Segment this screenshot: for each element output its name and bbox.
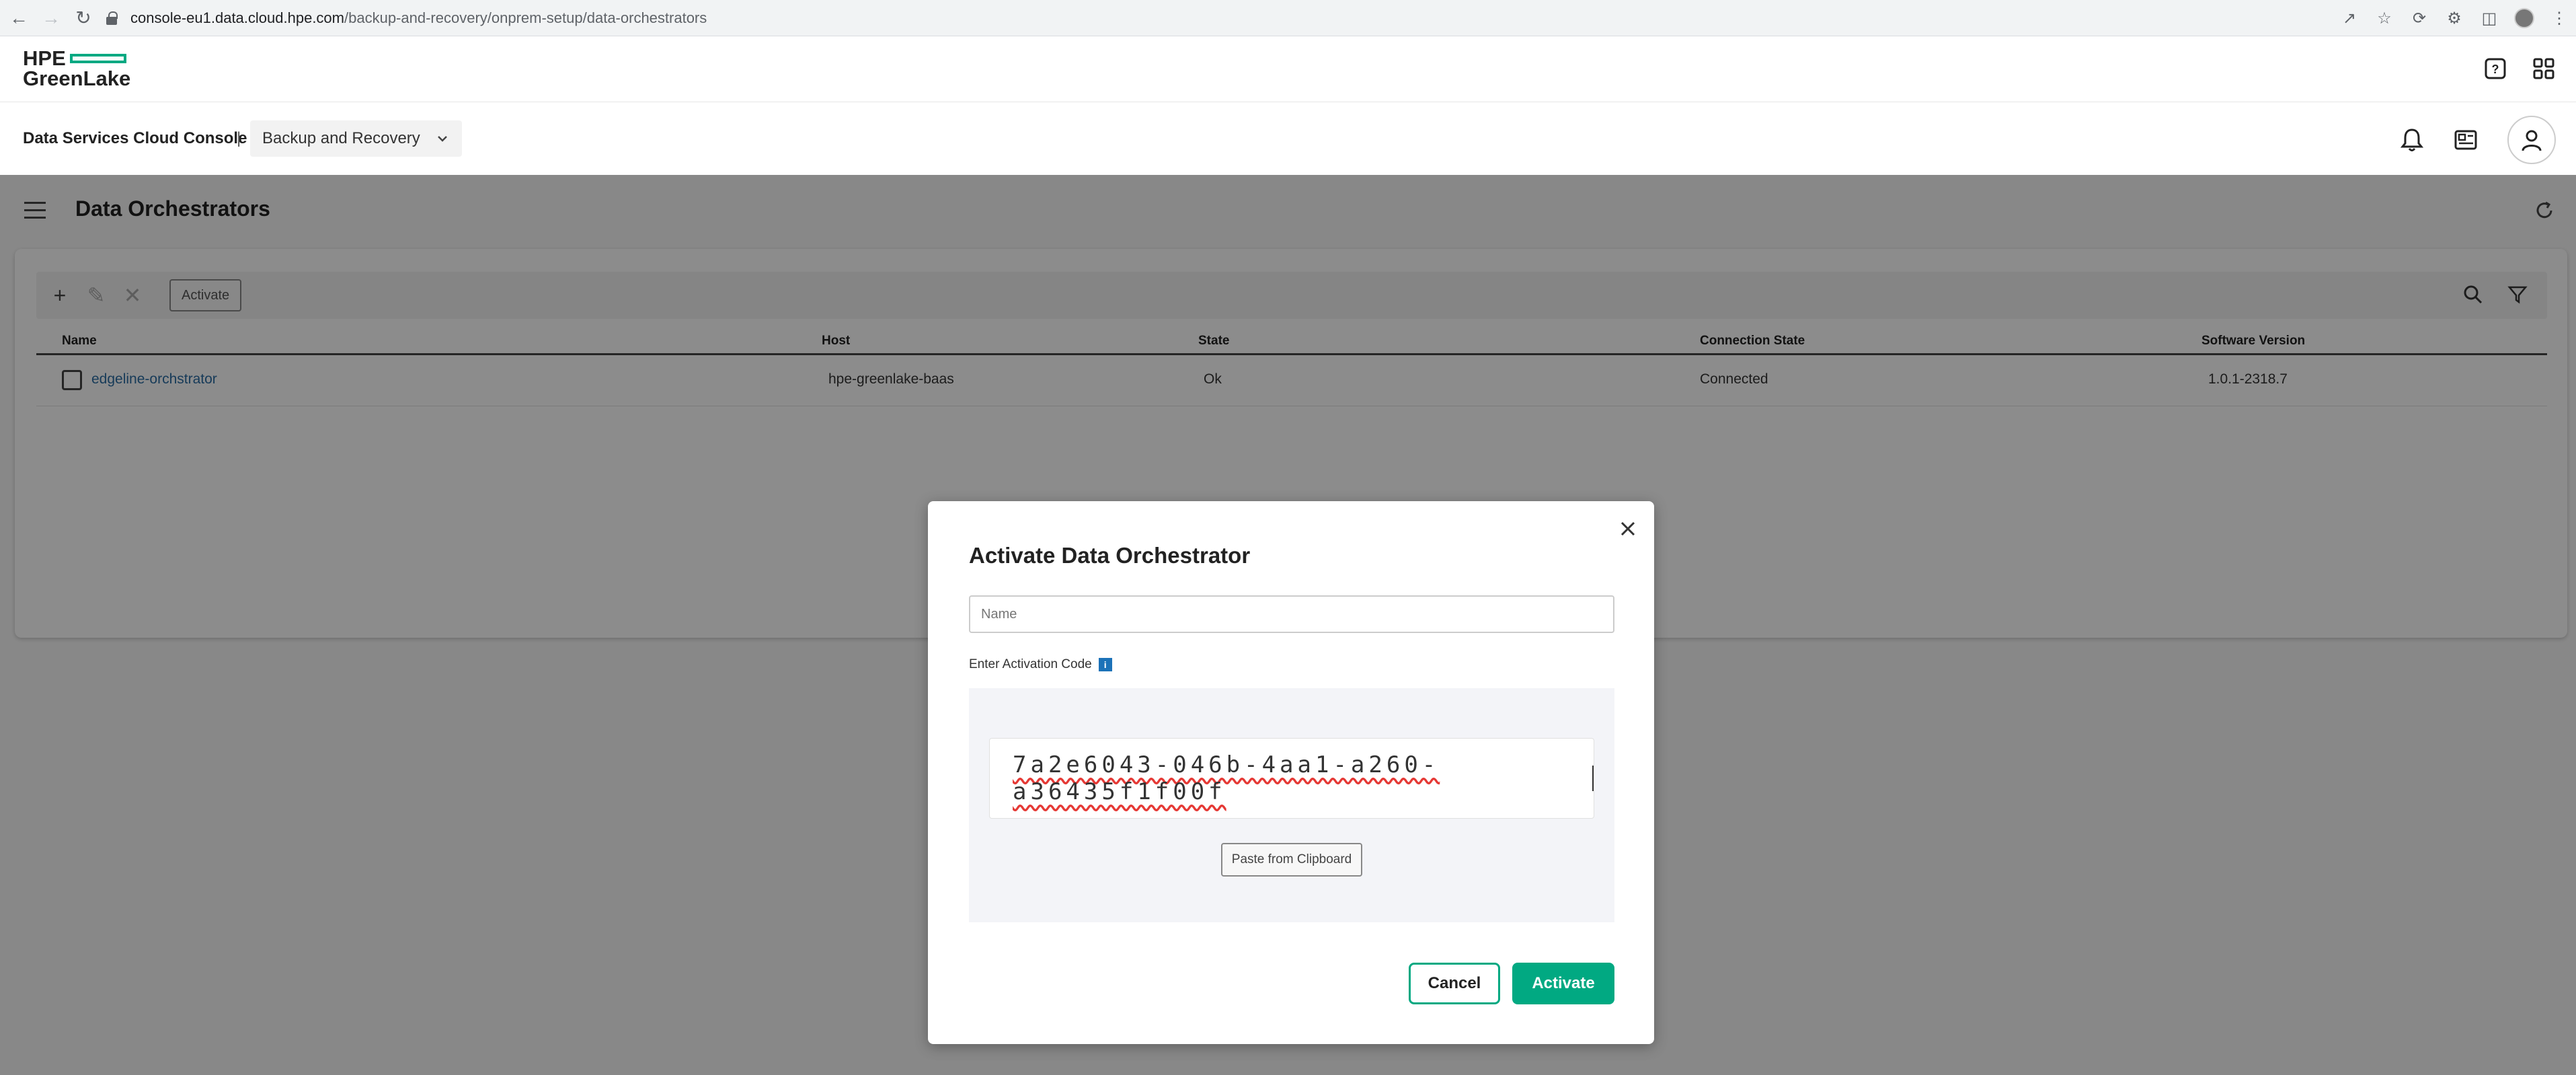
svg-text:?: ? [2492, 63, 2499, 76]
activate-button[interactable]: Activate [1512, 963, 1614, 1004]
browser-toolbar: ← → ↻ console-eu1.data.cloud.hpe.com /ba… [0, 0, 2576, 36]
hpe-greenlake-logo[interactable]: HPE GreenLake [23, 48, 130, 89]
profile-avatar[interactable] [2514, 8, 2534, 28]
logo-greenlake: GreenLake [23, 67, 131, 90]
info-icon[interactable]: i [1098, 658, 1112, 671]
close-icon[interactable] [1618, 519, 1638, 539]
logo-hpe: HPE [23, 46, 66, 70]
menu-dots-icon[interactable]: ⋮ [2549, 8, 2569, 28]
activation-code-label-text: Enter Activation Code [969, 657, 1092, 671]
name-input[interactable] [969, 595, 1614, 633]
side-panel-icon[interactable]: ◫ [2479, 8, 2499, 28]
reload-icon[interactable]: ↻ [70, 5, 97, 32]
extension-icon[interactable]: ⟳ [2409, 8, 2429, 28]
activation-code-value: 7a2e6043-046b-4aa1-a260-a36435f1f00f [1013, 751, 1440, 805]
lock-icon [106, 11, 118, 25]
service-selector[interactable]: Backup and Recovery [250, 120, 462, 157]
paste-from-clipboard-button[interactable]: Paste from Clipboard [1221, 843, 1362, 877]
activate-orchestrator-dialog: Activate Data Orchestrator Enter Activat… [928, 501, 1654, 1044]
chevron-down-icon [437, 136, 447, 142]
logo-bar [69, 54, 126, 63]
url-host: console-eu1.data.cloud.hpe.com [130, 9, 344, 26]
activation-code-panel: 7a2e6043-046b-4aa1-a260-a36435f1f00f Pas… [969, 688, 1614, 922]
forward-icon[interactable]: → [38, 5, 65, 32]
app-header: HPE GreenLake ? [0, 36, 2576, 102]
header-separator: | [237, 129, 241, 147]
announcements-icon[interactable] [2454, 128, 2478, 152]
app-grid-icon[interactable] [2532, 57, 2556, 81]
notification-bell-icon[interactable] [2400, 128, 2424, 152]
url-path: /backup-and-recovery/onprem-setup/data-o… [344, 9, 707, 26]
help-icon[interactable]: ? [2483, 57, 2507, 81]
activation-code-input[interactable]: 7a2e6043-046b-4aa1-a260-a36435f1f00f [989, 738, 1594, 819]
activation-code-label: Enter Activation Code i [969, 657, 1112, 672]
star-icon[interactable]: ☆ [2374, 8, 2394, 28]
service-selector-label: Backup and Recovery [262, 129, 420, 147]
console-header: Data Services Cloud Console | Backup and… [0, 102, 2576, 175]
console-title[interactable]: Data Services Cloud Console [23, 129, 247, 148]
share-icon[interactable]: ↗ [2339, 8, 2359, 28]
dialog-title: Activate Data Orchestrator [969, 543, 1251, 568]
user-account-icon[interactable] [2507, 116, 2556, 164]
cancel-button[interactable]: Cancel [1409, 963, 1500, 1004]
back-icon[interactable]: ← [5, 5, 32, 32]
address-bar[interactable]: console-eu1.data.cloud.hpe.com /backup-a… [106, 5, 2352, 31]
puzzle-icon[interactable]: ⚙ [2444, 8, 2464, 28]
text-cursor [1592, 766, 1594, 791]
